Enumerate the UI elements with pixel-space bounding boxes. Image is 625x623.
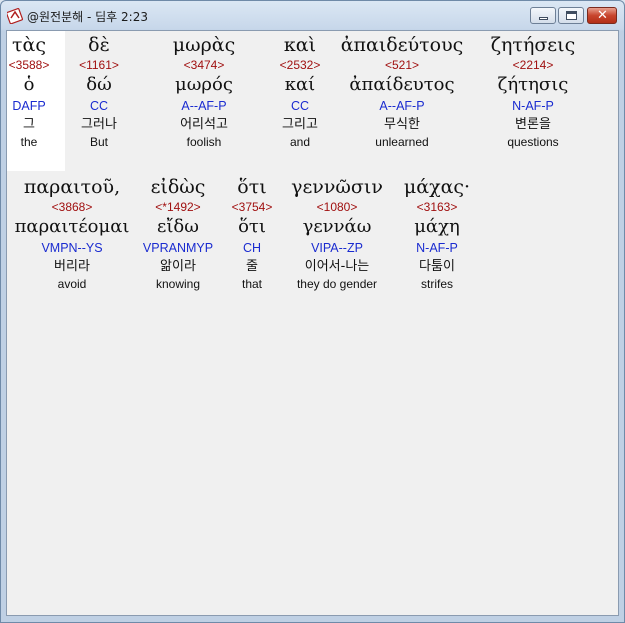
- word-column[interactable]: καὶ <2532> καί CC 그리고 and: [269, 33, 331, 150]
- morph-code: N-AF-P: [416, 241, 458, 255]
- minimize-button[interactable]: [530, 7, 556, 24]
- strong-number: <*1492>: [155, 200, 201, 214]
- word-column[interactable]: δὲ <1161> δώ CC 그러나 But: [70, 33, 128, 150]
- strong-number: <3474>: [183, 58, 225, 72]
- title-bar[interactable]: @원전분해 - 딤후 2:23 ✕: [1, 1, 624, 31]
- word-column[interactable]: ἀπαιδεύτους <521> ἀπαίδευτος A--AF-P 무식한…: [333, 33, 471, 150]
- word-column[interactable]: μάχας· <3163> μάχη N-AF-P 다툼이 strifes: [397, 175, 477, 292]
- morph-code: CC: [89, 99, 109, 113]
- korean-gloss: 어리석고: [180, 117, 228, 132]
- lemma-word: ὅτι: [238, 216, 266, 237]
- morph-code: VMPN--YS: [41, 241, 103, 255]
- morph-code: VIPA--ZP: [311, 241, 363, 255]
- korean-gloss: 줄: [246, 259, 258, 274]
- english-gloss: questions: [507, 135, 559, 149]
- english-gloss: knowing: [155, 277, 201, 291]
- english-gloss: foolish: [186, 135, 222, 149]
- greek-word: ζητήσεις: [490, 34, 576, 56]
- korean-gloss: 무식한: [384, 117, 420, 132]
- morph-code: CH: [242, 241, 262, 255]
- korean-gloss: 다툼이: [419, 259, 455, 274]
- strong-number: <1080>: [316, 200, 358, 214]
- english-gloss: avoid: [57, 277, 87, 291]
- korean-gloss: 변론을: [515, 117, 551, 132]
- maximize-icon: [566, 11, 577, 20]
- close-icon: ✕: [597, 8, 608, 23]
- strong-number: <521>: [384, 58, 420, 72]
- english-gloss: that: [241, 277, 262, 291]
- strong-number: <3588>: [8, 58, 50, 72]
- morph-code: A--AF-P: [181, 99, 227, 113]
- korean-gloss: 이어서-나는: [304, 259, 370, 274]
- greek-word: μωρὰς: [172, 34, 236, 56]
- window-title: @원전분해 - 딤후 2:23: [27, 10, 148, 24]
- lemma-word: μάχη: [414, 216, 460, 237]
- word-column[interactable]: παραιτοῦ, <3868> παραιτέομαι VMPN--YS 버리…: [9, 175, 135, 292]
- lemma-word: ὁ: [23, 74, 35, 95]
- lemma-word: καί: [284, 74, 316, 95]
- greek-word: γεννῶσιν: [291, 176, 383, 198]
- korean-gloss: 그리고: [282, 117, 318, 132]
- maximize-button[interactable]: [558, 7, 584, 24]
- strong-number: <2214>: [512, 58, 554, 72]
- greek-word: μάχας·: [403, 176, 471, 198]
- greek-word: εἰδὼς: [150, 176, 206, 198]
- greek-word: δὲ: [88, 34, 110, 56]
- english-gloss: strifes: [420, 277, 453, 291]
- korean-gloss: 앎이라: [160, 259, 196, 274]
- morph-code: N-AF-P: [512, 99, 554, 113]
- korean-gloss: 버리라: [54, 259, 90, 274]
- morph-code: CC: [290, 99, 310, 113]
- greek-word: τὰς: [12, 34, 46, 56]
- app-window: @원전분해 - 딤후 2:23 ✕ τὰς <3588> ὁ DAFP 그 th…: [0, 0, 625, 623]
- greek-word: ἀπαιδεύτους: [340, 34, 464, 56]
- close-button[interactable]: ✕: [587, 7, 617, 24]
- english-gloss: unlearned: [375, 135, 429, 149]
- word-column[interactable]: μωρὰς <3474> μωρός A--AF-P 어리석고 foolish: [157, 33, 251, 150]
- lemma-word: ἀπαίδευτος: [349, 74, 455, 95]
- word-column[interactable]: τὰς <3588> ὁ DAFP 그 the: [5, 33, 53, 150]
- korean-gloss: 그: [23, 117, 35, 132]
- morph-code: DAFP: [12, 99, 46, 113]
- word-column[interactable]: ζητήσεις <2214> ζήτησις N-AF-P 변론을 quest…: [479, 33, 587, 150]
- english-gloss: But: [89, 135, 108, 149]
- minimize-icon: [539, 17, 548, 20]
- lemma-word: γεννάω: [302, 216, 372, 237]
- lemma-word: εἴδω: [157, 216, 199, 237]
- english-gloss: and: [289, 135, 311, 149]
- strong-number: <3754>: [231, 200, 273, 214]
- morph-code: VPRANMYP: [142, 241, 214, 255]
- korean-gloss: 그러나: [81, 117, 117, 132]
- strong-number: <3163>: [416, 200, 458, 214]
- app-logo-icon: [7, 8, 23, 24]
- strong-number: <1161>: [79, 58, 119, 72]
- english-gloss: they do gender: [296, 277, 378, 291]
- strong-number: <2532>: [279, 58, 321, 72]
- morph-code: A--AF-P: [379, 99, 425, 113]
- lemma-word: ζήτησις: [497, 74, 569, 95]
- greek-word: ὅτι: [237, 176, 267, 198]
- lemma-word: παραιτέομαι: [14, 216, 130, 237]
- strong-number: <3868>: [51, 200, 93, 214]
- greek-word: καὶ: [283, 34, 317, 56]
- interlinear-panel: τὰς <3588> ὁ DAFP 그 the δὲ <1161> δώ CC …: [6, 30, 619, 616]
- lemma-word: δώ: [86, 74, 112, 95]
- word-column[interactable]: γεννῶσιν <1080> γεννάω VIPA--ZP 이어서-나는 t…: [285, 175, 389, 292]
- english-gloss: the: [20, 135, 38, 149]
- word-column[interactable]: ὅτι <3754> ὅτι CH 줄 that: [225, 175, 279, 292]
- greek-word: παραιτοῦ,: [23, 176, 121, 198]
- lemma-word: μωρός: [175, 74, 233, 95]
- word-column[interactable]: εἰδὼς <*1492> εἴδω VPRANMYP 앎이라 knowing: [135, 175, 221, 292]
